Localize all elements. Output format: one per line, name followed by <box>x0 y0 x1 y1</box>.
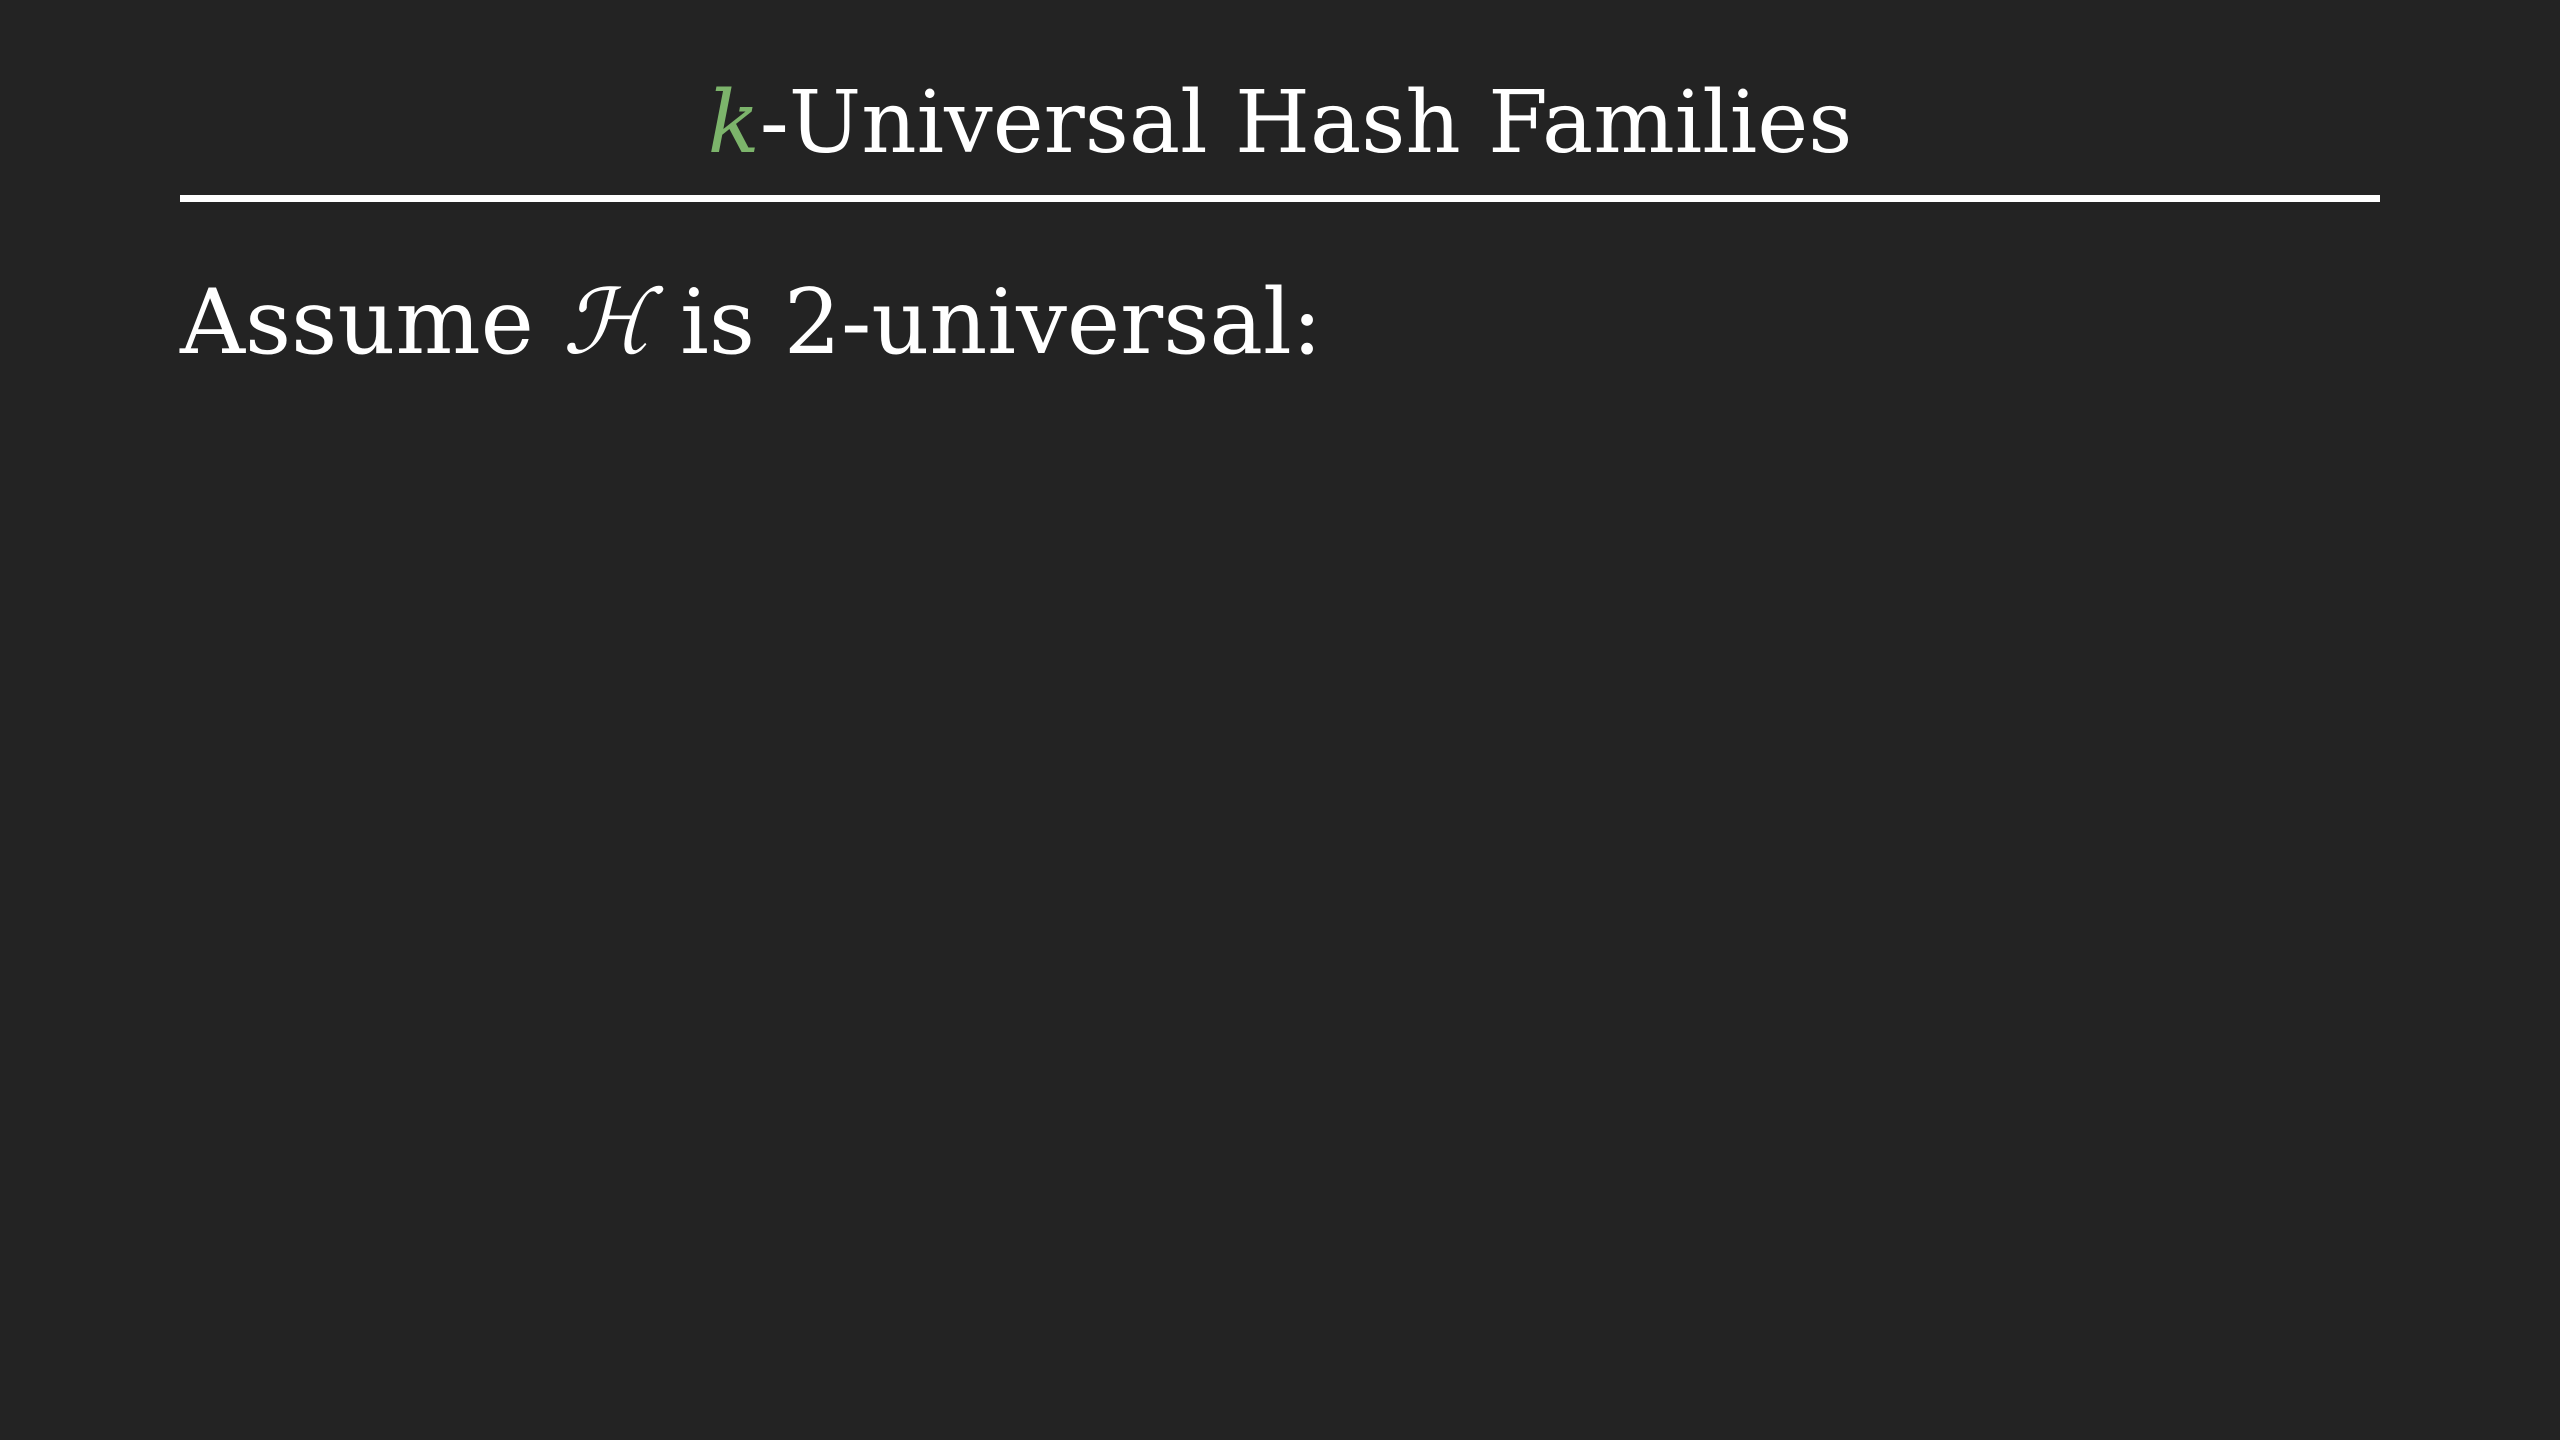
body-statement: Assume ℋ is 2-universal: <box>180 268 1322 378</box>
slide-title: k-Universal Hash Families <box>0 68 2560 178</box>
title-divider <box>180 195 2380 202</box>
math-symbol-H: ℋ <box>562 270 652 375</box>
title-text: -Universal Hash Families <box>759 73 1853 173</box>
body-prefix: Assume <box>180 270 563 375</box>
slide: k-Universal Hash Families Assume ℋ is 2-… <box>0 0 2560 1440</box>
body-suffix: is 2-universal: <box>651 270 1323 375</box>
title-variable-k: k <box>707 73 760 173</box>
